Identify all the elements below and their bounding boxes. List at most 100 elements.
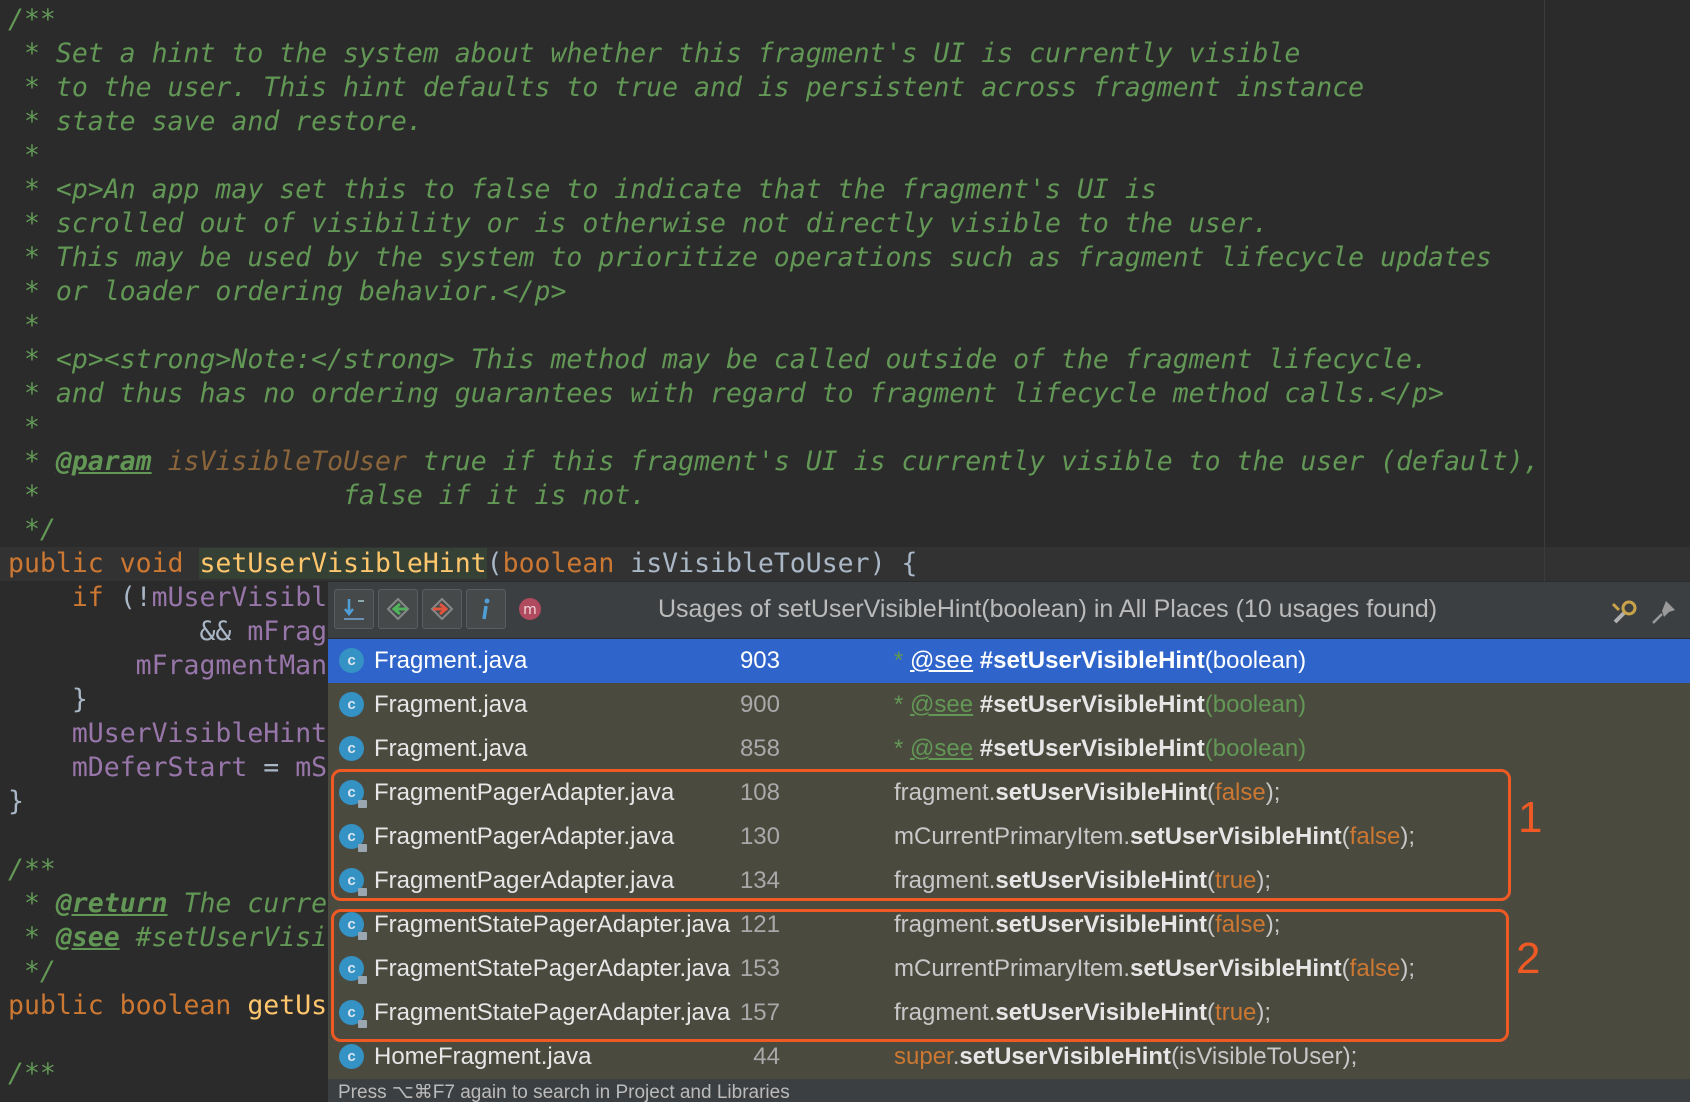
code-token: * [8,140,40,171]
method-filter-button[interactable]: m [510,589,550,629]
code-line: } [8,785,24,819]
usage-code-snippet: * @see #setUserVisibleHint(boolean) [894,727,1306,771]
code-token: The curre [167,888,328,919]
usage-row[interactable]: c Fragment.java 900 * @see #setUserVisibleH… [328,683,1690,727]
snippet-token: * [894,735,911,762]
snippet-token: (boolean) [1204,647,1307,674]
snippet-token: @see [910,691,974,718]
code-token: } [8,684,88,715]
code-token: * [8,174,56,205]
code-token: public boolean [8,990,248,1021]
code-token: <p><strong> [55,344,232,375]
class-icon: c [339,1044,364,1069]
code-token: * and thus has no ordering guarantees wi… [8,378,1381,409]
code-token: #setUserVisi [119,922,328,953]
snippet-token: #setUserVisibleHint [979,647,1205,674]
next-occurrence-button[interactable] [422,589,462,629]
code-line: * Set a hint to the system about whether… [8,37,1300,71]
snippet-token: #setUserVisibleHint [979,735,1205,762]
popup-title: Usages of setUserVisibleHint(boolean) in… [658,595,1438,623]
code-token: * [8,888,56,919]
code-line: mDeferStart = mS [8,751,327,785]
code-token: </strong> [311,344,455,375]
code-line: * and thus has no ordering guarantees wi… [8,377,1444,411]
code-token: <p> [55,174,104,205]
code-token: * [8,446,56,477]
snippet-token: super [894,1043,953,1070]
code-token: isVisibleToUser [167,446,407,477]
usage-code-snippet: * @see #setUserVisibleHint(boolean) [894,639,1306,683]
code-token: @see [55,922,120,953]
code-line: if (!mUserVisibl [8,581,327,615]
pin-icon[interactable] [1650,598,1678,626]
code-token: && [8,616,248,647]
code-token: if [71,582,120,613]
code-line: * @return The curre [8,887,327,921]
expand-button[interactable] [334,589,374,629]
code-line: /** [8,1057,56,1091]
code-token: * or loader ordering behavior. [8,276,503,307]
code-line: * [8,411,40,445]
usage-line-number: 858 [739,735,780,762]
code-line: * <p>An app may set this to false to ind… [8,173,1157,207]
code-token: * [8,922,56,953]
code-line: * @see #setUserVisi [8,921,327,955]
info-icon [482,598,490,620]
code-token: true if this fragment's UI is currently … [406,446,1540,477]
usage-line-number: 900 [739,691,780,718]
code-line: && mFrag [8,615,327,649]
popup-footer: Press ⌥⌘F7 again to search in Project an… [328,1084,1690,1102]
code-line: public boolean getUs [8,989,327,1023]
snippet-token: @see [910,647,974,674]
code-token: </p> [502,276,567,307]
snippet-token: #setUserVisibleHint [979,691,1205,718]
settings-icon[interactable] [1609,598,1639,628]
code-token: mS [295,752,328,783]
code-token: * [8,310,40,341]
previous-occurrence-button[interactable] [378,589,418,629]
code-token: setUserVisibleHint [199,548,487,579]
snippet-token: * [894,691,911,718]
class-icon: c [339,736,364,761]
footer-hint: Press ⌥⌘F7 again to search in Project an… [338,1084,790,1102]
snippet-token: (boolean) [1204,691,1307,718]
annotation-box-2 [331,909,1509,1042]
snippet-token: setUserVisibleHint [959,1043,1172,1070]
code-token: /** [8,854,56,885]
snippet-token: * [894,647,911,674]
snippet-token: (boolean) [1204,735,1307,762]
code-line: * scrolled out of visibility or is other… [8,207,1268,241]
code-token: boolean [502,548,631,579]
code-line: */ [8,513,56,547]
code-line: */ [8,955,56,989]
code-token: getUs [247,990,328,1021]
expand-icon [344,599,364,620]
code-token: @param [55,446,152,477]
code-line: } [8,683,88,717]
code-token: * to the user. This hint defaults to tru… [8,72,1365,103]
code-line: mUserVisibleHint [8,717,327,751]
code-token: * state save and restore. [8,106,423,137]
usage-row[interactable]: c Fragment.java 903 * @see #setUserVisibleH… [328,639,1690,683]
code-token: </p> [1380,378,1444,409]
code-token: mFragmentMan [135,650,328,681]
code-token: An app may set this to false to indicate… [103,174,1157,205]
usage-row[interactable]: c Fragment.java 858 * @see #setUserVisibleH… [328,727,1690,771]
code-line: * or loader ordering behavior.</p> [8,275,566,309]
snippet-token: @see [910,735,974,762]
usage-line-number: 903 [739,647,780,674]
class-icon: c [339,648,364,673]
code-token: = [247,752,296,783]
code-line: mFragmentMan [8,649,327,683]
code-token: /** [8,4,56,35]
info-button[interactable] [466,589,506,629]
code-token: * [8,344,56,375]
code-token: * This may be used by the system to prio… [8,242,1492,273]
code-token: mDeferStart [71,752,248,783]
code-line: /** [8,853,56,887]
svg-text:m: m [523,602,537,618]
